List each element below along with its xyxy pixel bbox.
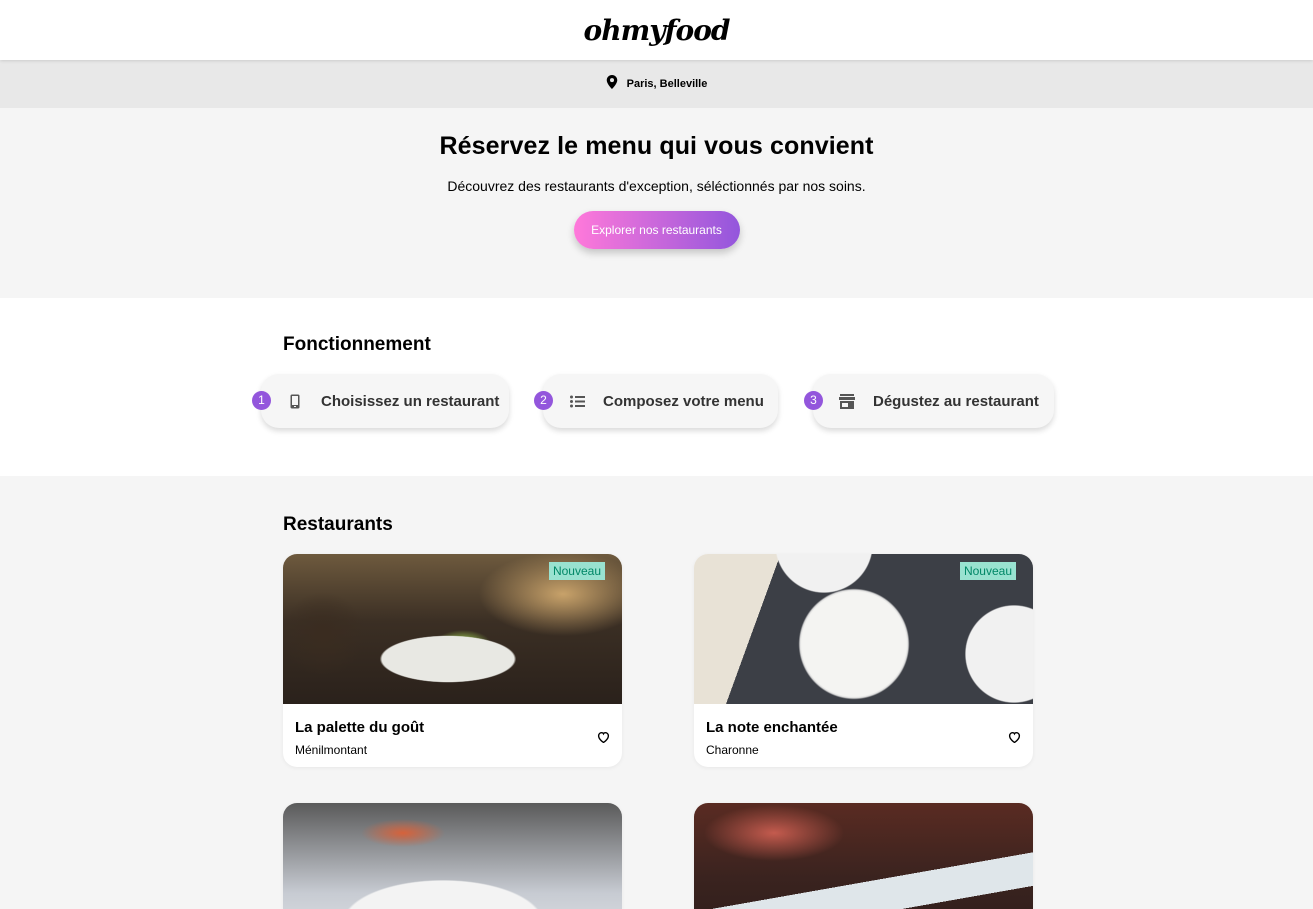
restaurant-area: Charonne: [706, 743, 759, 757]
restaurants-title: Restaurants: [283, 514, 393, 535]
step-enjoy-restaurant[interactable]: 3 Dégustez au restaurant: [804, 374, 1054, 428]
card-body: La palette du goût Ménilmontant: [283, 704, 622, 767]
hero-title: Réservez le menu qui vous convient: [439, 132, 874, 160]
steps-list: 1 Choisissez un restaurant 2 Composez vo…: [0, 374, 1313, 428]
restaurant-image: Nouveau: [694, 554, 1033, 704]
new-badge: Nouveau: [548, 562, 605, 580]
explore-restaurants-button[interactable]: Explorer nos restaurants: [573, 211, 740, 249]
step-choose-restaurant[interactable]: 1 Choisissez un restaurant: [252, 374, 509, 428]
restaurant-image: Nouveau: [283, 554, 622, 704]
restaurant-card[interactable]: Nouveau La palette du goût Ménilmontant: [283, 554, 622, 767]
restaurant-area: Ménilmontant: [295, 743, 368, 757]
site-header: ohmyfood: [0, 0, 1313, 60]
step-label: Choisissez un restaurant: [321, 392, 500, 410]
heart-icon[interactable]: [1008, 730, 1021, 744]
restaurant-card[interactable]: Nouveau La note enchantée Charonne: [694, 554, 1033, 767]
step-label: Composez votre menu: [603, 392, 764, 410]
map-pin-icon: [606, 74, 618, 94]
new-badge: Nouveau: [959, 562, 1016, 580]
restaurant-image: [694, 803, 1033, 909]
restaurant-name: La palette du goût: [295, 719, 425, 736]
step-number: 3: [804, 391, 823, 410]
smartphone-icon: [287, 393, 303, 409]
step-compose-menu[interactable]: 2 Composez votre menu: [534, 374, 778, 428]
step-number: 1: [252, 391, 271, 410]
logo[interactable]: ohmyfood: [584, 14, 731, 47]
howto-section: Fonctionnement 1 Choisissez un restauran…: [0, 298, 1313, 476]
heart-icon[interactable]: [597, 730, 610, 744]
step-label: Dégustez au restaurant: [873, 392, 1039, 410]
hero-section: Réservez le menu qui vous convient Décou…: [0, 108, 1313, 298]
hero-subtitle: Découvrez des restaurants d'exception, s…: [447, 178, 866, 194]
store-icon: [839, 393, 855, 409]
location-bar: Paris, Belleville: [0, 60, 1313, 108]
restaurant-card[interactable]: [694, 803, 1033, 909]
restaurants-section: Restaurants Nouveau La palette du goût M…: [0, 476, 1313, 909]
card-body: La note enchantée Charonne: [694, 704, 1033, 767]
howto-title: Fonctionnement: [283, 334, 431, 355]
list-icon: [569, 393, 585, 409]
step-number: 2: [534, 391, 553, 410]
restaurant-name: La note enchantée: [706, 719, 838, 736]
location-text: Paris, Belleville: [626, 78, 708, 90]
restaurant-card[interactable]: [283, 803, 622, 909]
restaurant-image: [283, 803, 622, 909]
